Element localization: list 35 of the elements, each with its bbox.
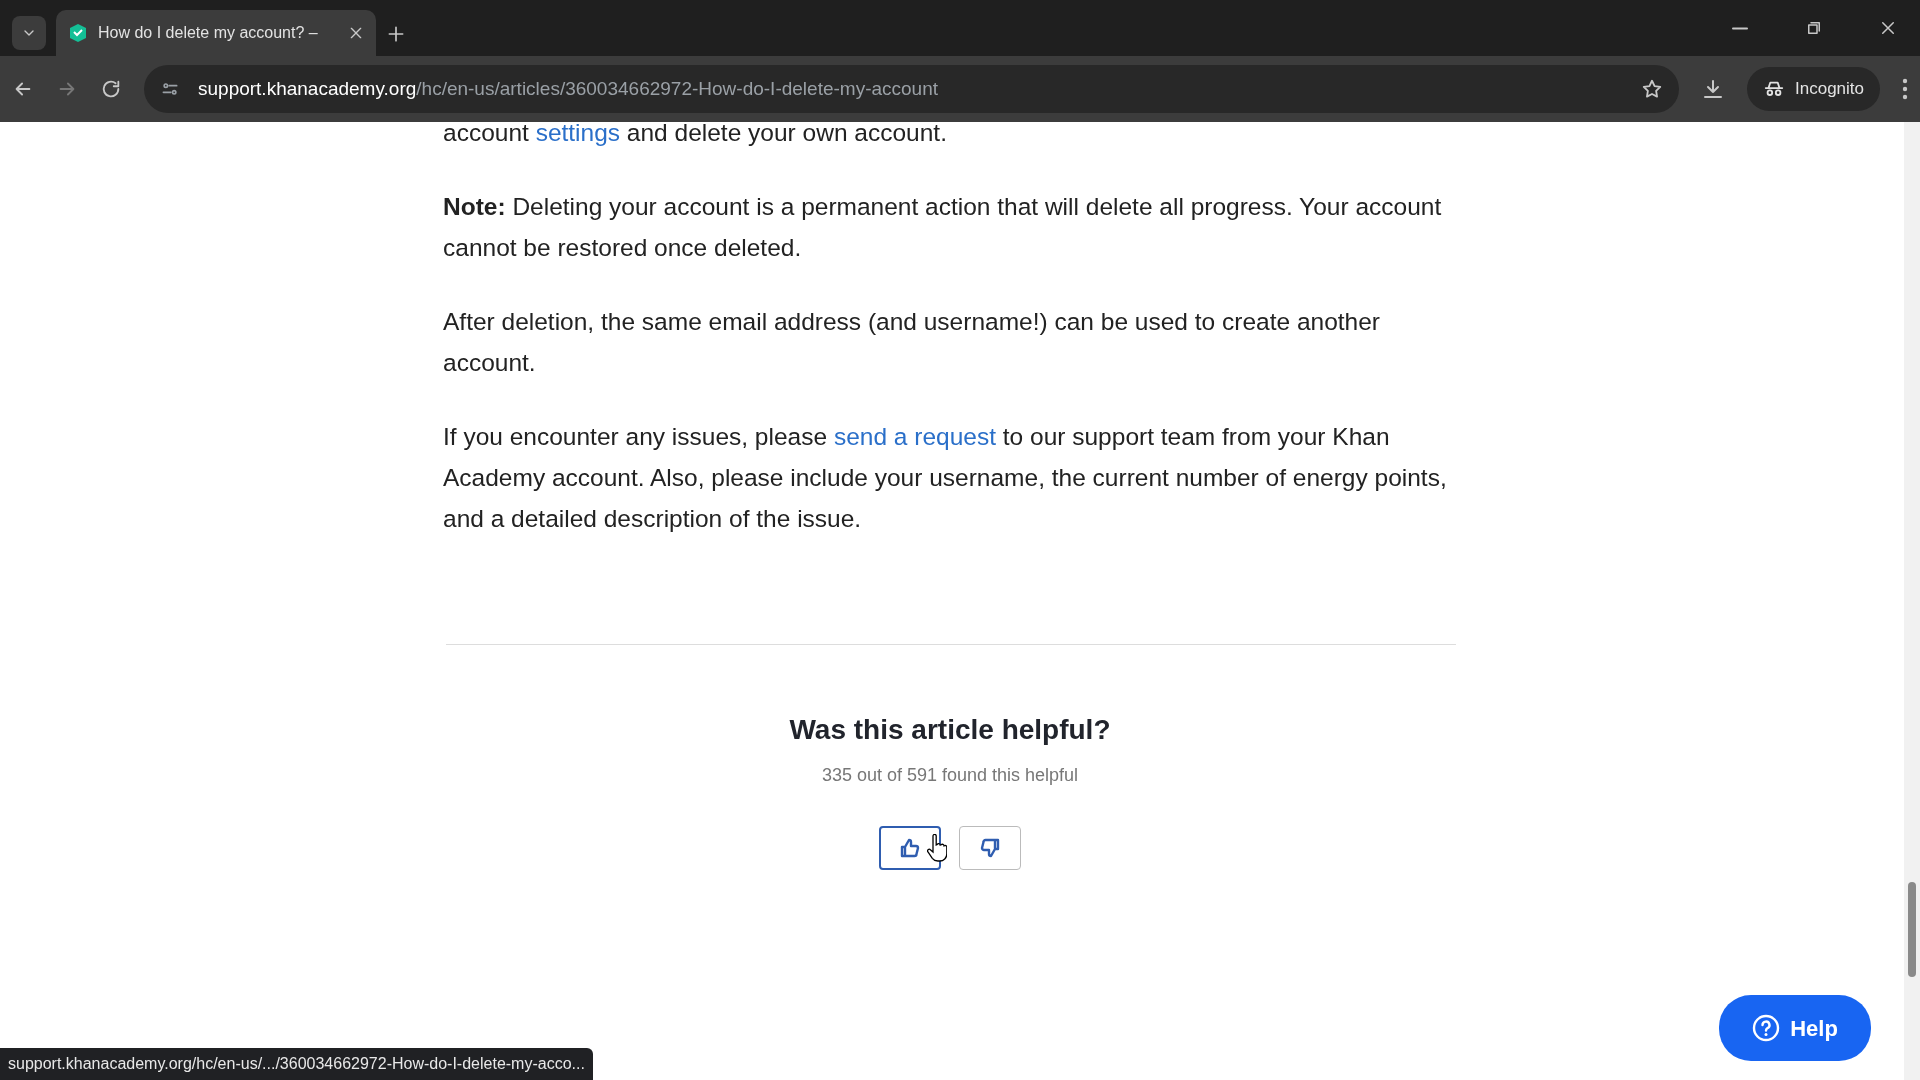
helpful-count: 335 out of 591 found this helpful: [820, 763, 1080, 787]
tab-title: How do I delete my account? –: [98, 23, 319, 43]
download-icon: [1701, 77, 1725, 101]
paragraph: account settings and delete your own account.: [443, 122, 948, 148]
feedback-title: Was this article helpful?: [788, 713, 1112, 747]
menu-icon: [1902, 78, 1908, 100]
hand-cursor-icon: [927, 833, 947, 862]
close-window-icon: [1879, 19, 1897, 37]
close-tab-button[interactable]: [348, 25, 364, 41]
minimize-icon: [1732, 26, 1748, 30]
text-link[interactable]: settings: [535, 122, 621, 146]
reload-button[interactable]: [100, 78, 122, 100]
restore-icon: [1805, 19, 1823, 37]
new-tab-button[interactable]: [386, 24, 406, 44]
plus-icon: [386, 24, 406, 44]
status-url: support.khanacademy.org/hc/en-us/.../360034662972-How-do-I-delete-my-acco...: [0, 1048, 593, 1080]
help-button[interactable]: Help: [1719, 995, 1871, 1061]
paragraph: If you encounter any issues, please send a request to our support team from your Khan Academy account. Also, please include your username, the current number of energy points, and a detailed description of the issue.: [443, 422, 1448, 534]
paragraph: Note: Deleting your account is a permanent action that will delete all progress. Your account cannot be restored once deleted.: [443, 192, 1443, 263]
text-link[interactable]: send a request: [833, 423, 996, 450]
menu-button[interactable]: [1902, 78, 1908, 100]
star-icon: [1641, 78, 1663, 100]
reload-icon: [100, 78, 122, 100]
paragraph: After deletion, the same email address (and username!) can be used to create another account.: [443, 307, 1381, 378]
close-icon: [348, 25, 364, 41]
download-button[interactable]: [1701, 77, 1725, 101]
browser-tab[interactable]: How do I delete my account? –: [56, 10, 376, 56]
incognito-button[interactable]: Incognito: [1747, 67, 1880, 111]
bookmark-button[interactable]: [1641, 78, 1663, 100]
site-icon: [68, 23, 88, 43]
url-text: support.khanacademy.org/hc/en-us/articles/360034662972-How-do-I-delete-my-account: [198, 76, 939, 101]
thumbs-down-button[interactable]: [959, 825, 1021, 870]
address-bar[interactable]: support.khanacademy.org/hc/en-us/articles/360034662972-How-do-I-delete-my-account: [144, 65, 1679, 113]
question-icon: [1752, 1014, 1781, 1042]
tab-list-button[interactable]: [12, 16, 46, 50]
